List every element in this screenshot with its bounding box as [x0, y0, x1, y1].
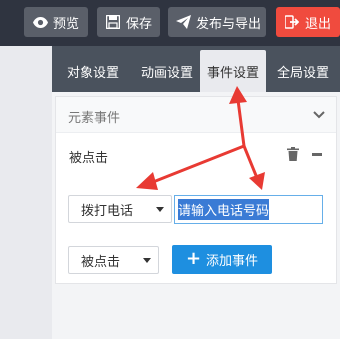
add-event-button[interactable]: + 添加事件: [172, 245, 272, 274]
action-type-value: 拨打电话: [81, 203, 134, 219]
preview-label: 预览: [53, 16, 80, 32]
phone-number-input[interactable]: 请输入电话号码: [174, 195, 323, 224]
preview-button[interactable]: 预览: [24, 7, 88, 37]
event-name: 被点击: [69, 151, 109, 166]
floppy-disk-icon: [105, 14, 121, 30]
plus-icon: +: [185, 248, 202, 269]
canvas-area: [0, 46, 52, 339]
eye-icon: [32, 14, 48, 30]
card-header[interactable]: 元素事件: [56, 97, 336, 133]
add-event-label: 添加事件: [206, 254, 259, 269]
tab-event-settings[interactable]: 事件设置: [200, 50, 266, 92]
chevron-down-icon[interactable]: [312, 108, 326, 122]
card-title: 元素事件: [68, 111, 121, 126]
save-button[interactable]: 保存: [97, 7, 160, 37]
collapse-minus-icon[interactable]: [312, 153, 322, 156]
settings-tabs: 对象设置 动画设置 事件设置 全局设置: [52, 46, 340, 92]
save-label: 保存: [125, 16, 152, 32]
action-type-select[interactable]: 拨打电话: [68, 195, 172, 223]
send-icon: [176, 14, 191, 30]
phone-number-placeholder: 请输入电话号码: [178, 199, 270, 220]
trigger-select[interactable]: 被点击: [68, 246, 159, 274]
tab-global-settings[interactable]: 全局设置: [266, 50, 340, 92]
sign-out-icon: [284, 14, 300, 30]
top-toolbar: 预览 保存 发布与导出 退出: [0, 0, 340, 46]
tab-animation-settings[interactable]: 动画设置: [130, 50, 204, 92]
publish-export-button[interactable]: 发布与导出: [168, 7, 266, 37]
exit-label: 退出: [305, 16, 332, 32]
caret-down-icon: [143, 258, 151, 263]
tab-object-settings[interactable]: 对象设置: [56, 50, 130, 92]
trash-icon[interactable]: [287, 147, 299, 161]
exit-button[interactable]: 退出: [276, 7, 340, 37]
trigger-value: 被点击: [81, 254, 121, 270]
publish-label: 发布与导出: [196, 16, 262, 32]
caret-down-icon: [156, 207, 164, 212]
